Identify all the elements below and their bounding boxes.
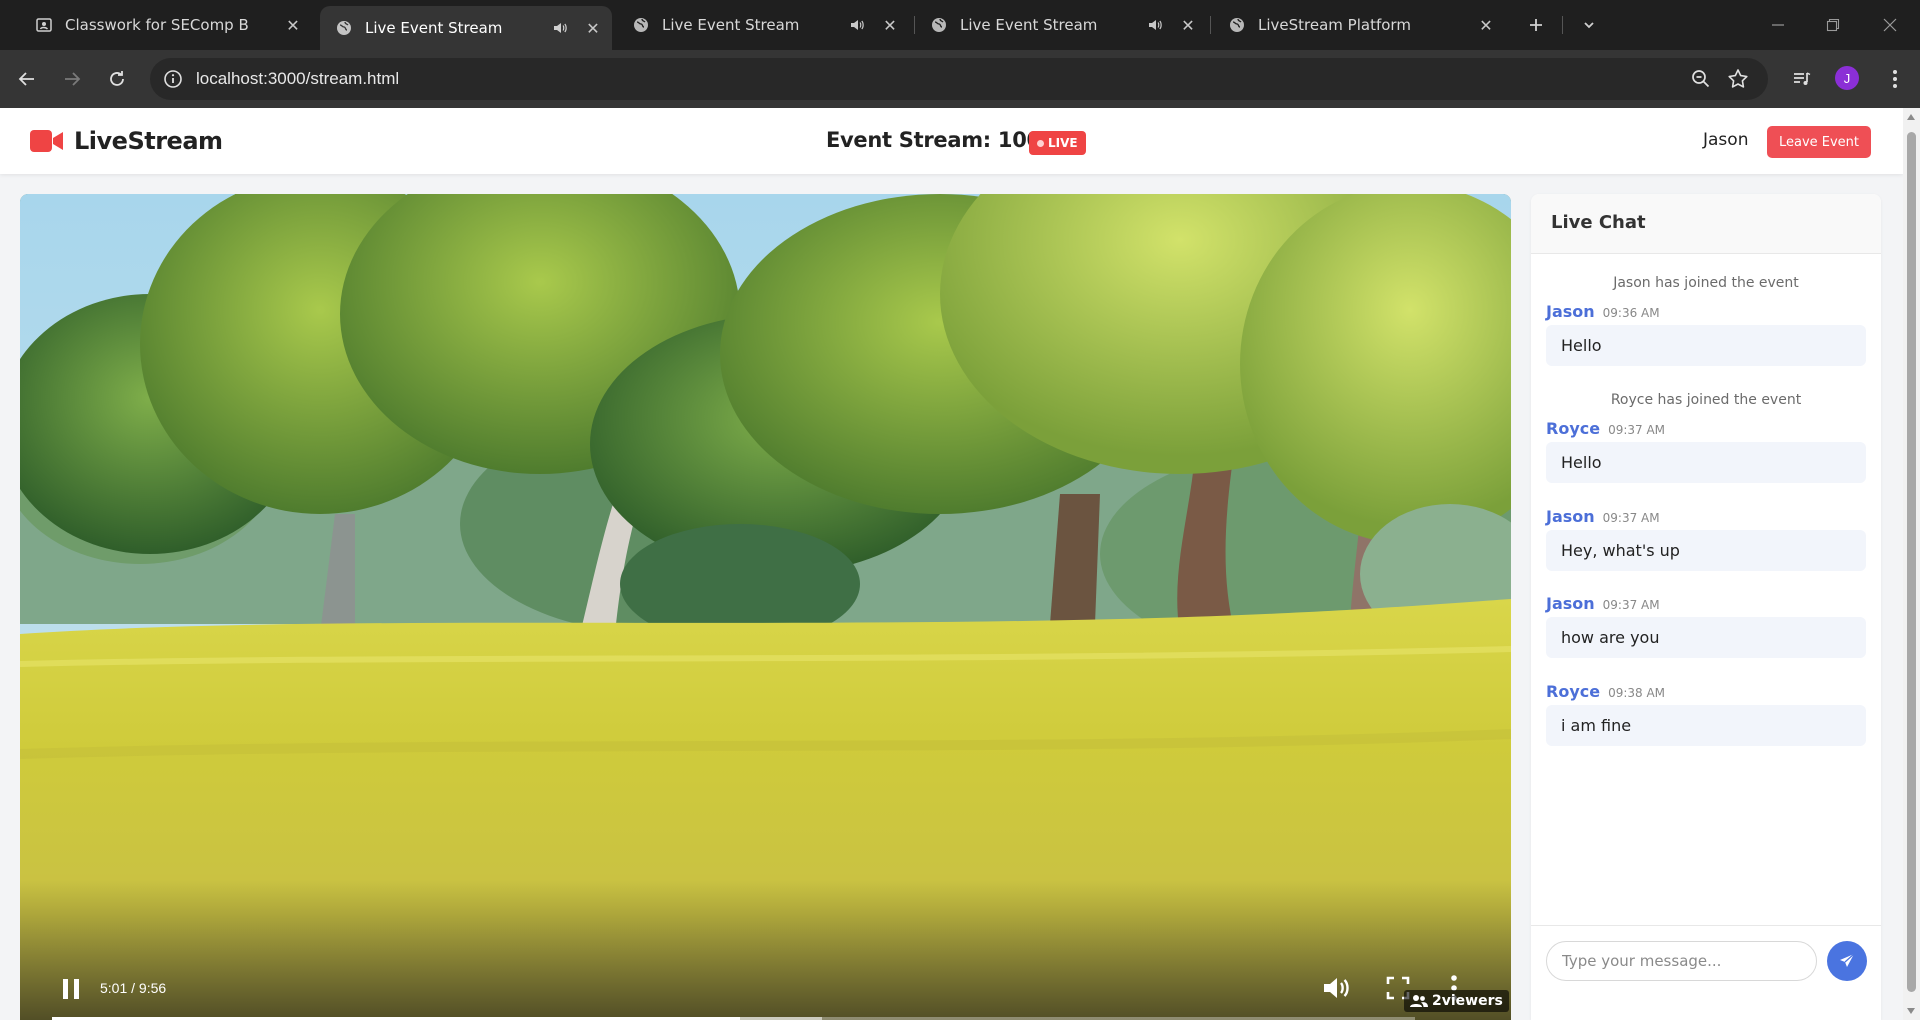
tab-search-button[interactable] [1574,10,1604,40]
profile-avatar[interactable]: J [1835,66,1859,90]
speaker-icon[interactable] [1147,17,1163,33]
system-message: Royce has joined the event [1610,392,1802,408]
minimize-button[interactable] [1758,10,1798,40]
message-bubble: how are you [1546,617,1866,658]
close-tab-icon[interactable]: ✕ [582,17,604,39]
viewer-count: 2viewers [1432,993,1503,1009]
message-username: Jason [1546,594,1595,613]
message-bubble: Hello [1546,325,1866,366]
tab-title: Classwork for SEComp B [65,16,249,34]
event-title: Event Stream: 100 [826,128,1041,152]
tab-title: Live Event Stream [365,19,503,37]
message-meta: Jason 09:37 AM [1546,594,1660,613]
volume-button[interactable] [1320,972,1352,1004]
browser-tab-5[interactable]: LiveStream Platform ✕ [1213,7,1505,43]
controls-gradient [20,880,1511,1020]
close-window-button[interactable] [1870,10,1910,40]
chat-header: Live Chat [1531,194,1881,254]
new-tab-button[interactable] [1521,10,1551,40]
scroll-down-icon[interactable] [1907,1008,1915,1014]
globe-icon [931,17,947,33]
reload-button[interactable] [102,64,132,94]
message-username: Royce [1546,419,1601,438]
message-bubble: i am fine [1546,705,1866,746]
message-time: 09:37 AM [1602,511,1660,525]
url-text[interactable]: localhost:3000/stream.html [196,69,399,89]
video-time: 5:01 / 9:56 [100,980,167,996]
logo-text: LiveStream [74,127,223,155]
speaker-icon[interactable] [552,20,568,36]
message-time: 09:38 AM [1608,686,1666,700]
tab-title: LiveStream Platform [1258,16,1411,34]
tab-divider [1562,16,1563,34]
viewer-count-badge: 2viewers [1404,990,1509,1012]
chat-messages: Jason has joined the event Jason 09:36 A… [1531,255,1881,920]
message-meta: Jason 09:37 AM [1546,507,1660,526]
restore-button[interactable] [1813,10,1853,40]
close-tab-icon[interactable]: ✕ [282,14,304,36]
bookmark-star-icon[interactable] [1726,67,1750,91]
send-icon [1840,953,1855,967]
chat-message-input[interactable] [1546,941,1817,981]
live-badge-label: LIVE [1048,136,1078,150]
video-player[interactable]: 5:01 / 9:56 2viewers [20,194,1511,1020]
zoom-icon[interactable] [1690,68,1712,90]
users-icon [1410,995,1428,1007]
message-username: Jason [1546,302,1595,321]
globe-icon [1229,17,1245,33]
message-username: Jason [1546,507,1595,526]
close-tab-icon[interactable]: ✕ [1177,14,1199,36]
page-scrollbar[interactable] [1903,108,1920,1020]
media-controls-icon[interactable] [1787,64,1817,94]
chat-title: Live Chat [1551,212,1646,233]
tab-divider [1210,16,1211,34]
message-bubble: Hello [1546,442,1866,483]
back-button[interactable] [12,64,42,94]
send-button[interactable] [1827,941,1867,981]
browser-menu-icon[interactable] [1880,64,1910,94]
leave-event-button[interactable]: Leave Event [1767,126,1871,158]
message-meta: Jason 09:36 AM [1546,302,1660,321]
video-camera-icon [30,130,63,152]
message-time: 09:37 AM [1608,423,1666,437]
tab-title: Live Event Stream [960,16,1098,34]
chat-composer [1531,925,1881,1020]
browser-tab-1[interactable]: Classwork for SEComp B ✕ [20,7,312,43]
pause-button[interactable] [56,974,86,1004]
browser-tab-3[interactable]: Live Event Stream ✕ [617,7,909,43]
tab-title: Live Event Stream [662,16,800,34]
close-tab-icon[interactable]: ✕ [1475,14,1497,36]
globe-icon [633,17,649,33]
message-time: 09:37 AM [1602,598,1660,612]
speaker-icon[interactable] [849,17,865,33]
page-viewport: LiveStream Event Stream: 100 LIVE Jason … [0,108,1903,1020]
classroom-icon [36,17,52,33]
live-dot-icon [1037,139,1044,147]
app-header: LiveStream Event Stream: 100 LIVE Jason … [0,108,1903,174]
message-time: 09:36 AM [1602,306,1660,320]
live-badge: LIVE [1029,131,1086,155]
message-meta: Royce 09:37 AM [1546,419,1665,438]
close-tab-icon[interactable]: ✕ [879,14,901,36]
browser-tab-2[interactable]: Live Event Stream ✕ [320,6,612,50]
live-chat-panel: Live Chat Jason has joined the event Jas… [1531,194,1881,1020]
site-info-icon[interactable] [162,68,184,90]
scrollbar-thumb[interactable] [1907,132,1916,992]
browser-tab-4[interactable]: Live Event Stream ✕ [915,7,1207,43]
scroll-up-icon[interactable] [1907,114,1915,120]
app-logo[interactable]: LiveStream [30,127,223,155]
browser-tabstrip: Classwork for SEComp B ✕ Live Event Stre… [0,0,1920,50]
system-message: Jason has joined the event [1613,275,1799,291]
forward-button[interactable] [57,64,87,94]
message-bubble: Hey, what's up [1546,530,1866,571]
address-bar[interactable]: localhost:3000/stream.html [150,58,1768,100]
globe-icon [336,20,352,36]
current-username: Jason [1703,130,1749,150]
browser-toolbar: localhost:3000/stream.html [0,50,1920,108]
message-username: Royce [1546,682,1601,701]
message-meta: Royce 09:38 AM [1546,682,1665,701]
